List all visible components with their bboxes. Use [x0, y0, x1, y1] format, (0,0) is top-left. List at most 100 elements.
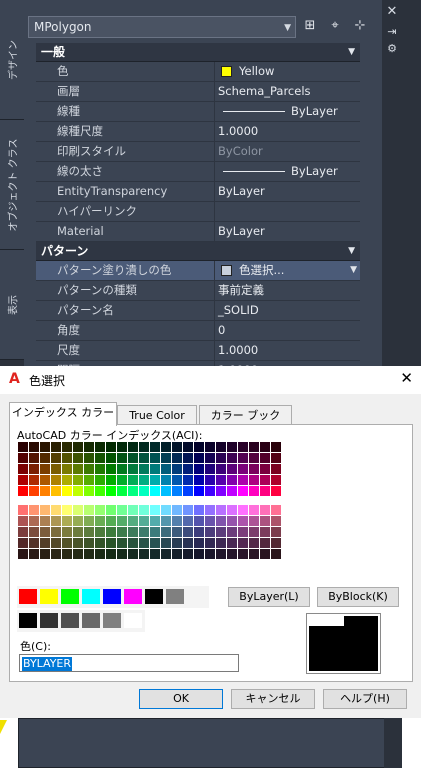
aci-swatch[interactable] [260, 475, 270, 485]
aci-swatch[interactable] [172, 549, 182, 559]
aci-swatch[interactable] [95, 453, 105, 463]
aci-swatch[interactable] [194, 516, 204, 526]
aci-swatch[interactable] [216, 464, 226, 474]
aci-swatch[interactable] [150, 486, 160, 496]
aci-swatch[interactable] [51, 453, 61, 463]
aci-swatch[interactable] [150, 442, 160, 452]
aci-swatch[interactable] [73, 475, 83, 485]
aci-swatch[interactable] [62, 442, 72, 452]
aci-swatch[interactable] [73, 549, 83, 559]
aci-swatch[interactable] [238, 453, 248, 463]
aci-swatch[interactable] [128, 442, 138, 452]
aci-swatch[interactable] [18, 442, 28, 452]
aci-swatch[interactable] [51, 475, 61, 485]
aci-swatch[interactable] [271, 442, 281, 452]
aci-swatch[interactable] [172, 516, 182, 526]
aci-swatch[interactable] [194, 486, 204, 496]
aci-swatch[interactable] [62, 453, 72, 463]
aci-swatch[interactable] [271, 486, 281, 496]
aci-swatch[interactable] [238, 527, 248, 537]
aci-swatch[interactable] [139, 516, 149, 526]
aci-swatch[interactable] [40, 549, 50, 559]
aci-swatch[interactable] [73, 527, 83, 537]
aci-swatch[interactable] [128, 464, 138, 474]
aci-swatch[interactable] [271, 464, 281, 474]
aci-swatch[interactable] [216, 505, 226, 515]
aci-swatch[interactable] [95, 527, 105, 537]
prop-row-hyperlink[interactable]: ハイパーリンク [36, 202, 360, 222]
aci-swatch[interactable] [227, 516, 237, 526]
byblock-button[interactable]: ByBlock(K) [317, 587, 399, 607]
aci-swatch[interactable] [51, 505, 61, 515]
aci-swatch[interactable] [172, 464, 182, 474]
aci-swatch[interactable] [183, 516, 193, 526]
aci-swatch[interactable] [84, 538, 94, 548]
bylayer-button[interactable]: ByLayer(L) [228, 587, 310, 607]
aci-swatch[interactable] [18, 516, 28, 526]
aci-swatch[interactable] [40, 527, 50, 537]
aci-swatch[interactable] [62, 549, 72, 559]
aci-swatch[interactable] [62, 475, 72, 485]
aci-swatch[interactable] [73, 442, 83, 452]
aci-swatch[interactable] [117, 453, 127, 463]
aci-swatch[interactable] [260, 453, 270, 463]
aci-swatch[interactable] [18, 527, 28, 537]
aci-swatch[interactable] [106, 486, 116, 496]
aci-swatch[interactable] [29, 486, 39, 496]
aci-swatch[interactable] [194, 442, 204, 452]
prop-row-plot-style[interactable]: 印刷スタイル ByColor [36, 142, 360, 162]
aci-swatch[interactable] [95, 516, 105, 526]
aci-swatch[interactable] [150, 464, 160, 474]
aci-swatch[interactable] [84, 486, 94, 496]
aci-swatch[interactable] [194, 505, 204, 515]
aci-swatch[interactable] [106, 442, 116, 452]
aci-swatch[interactable] [40, 505, 50, 515]
aci-swatch[interactable] [172, 527, 182, 537]
aci-swatch[interactable] [84, 442, 94, 452]
aci-swatch[interactable] [18, 549, 28, 559]
aci-swatch[interactable] [260, 538, 270, 548]
aci-swatch[interactable] [29, 538, 39, 548]
aci-swatch[interactable] [29, 475, 39, 485]
aci-swatch[interactable] [271, 538, 281, 548]
aci-swatch[interactable] [249, 453, 259, 463]
standard-color-swatch[interactable] [40, 589, 58, 604]
prop-row-material[interactable]: Material ByLayer [36, 222, 360, 242]
aci-swatch[interactable] [227, 475, 237, 485]
aci-swatch[interactable] [29, 505, 39, 515]
section-general[interactable]: 一般 ▼ [36, 43, 360, 62]
tab-true-color[interactable]: True Color [117, 405, 197, 425]
aci-swatch[interactable] [205, 442, 215, 452]
aci-swatch[interactable] [18, 486, 28, 496]
aci-swatch[interactable] [95, 475, 105, 485]
aci-swatch[interactable] [238, 442, 248, 452]
aci-swatch[interactable] [139, 442, 149, 452]
aci-swatch[interactable] [161, 516, 171, 526]
aci-swatch[interactable] [128, 505, 138, 515]
aci-swatch[interactable] [227, 464, 237, 474]
object-type-select[interactable]: MPolygon ▼ [28, 16, 296, 38]
aci-swatch[interactable] [40, 486, 50, 496]
close-icon[interactable]: ✕ [385, 5, 399, 19]
aci-swatch[interactable] [183, 475, 193, 485]
aci-swatch[interactable] [227, 549, 237, 559]
aci-swatch[interactable] [117, 505, 127, 515]
aci-swatch[interactable] [249, 527, 259, 537]
standard-color-swatch[interactable] [124, 589, 142, 604]
aci-swatch[interactable] [51, 442, 61, 452]
aci-swatch[interactable] [271, 505, 281, 515]
aci-swatch[interactable] [194, 527, 204, 537]
aci-swatch[interactable] [18, 505, 28, 515]
aci-swatch[interactable] [150, 475, 160, 485]
prop-row-layer[interactable]: 画層 Schema_Parcels [36, 82, 360, 102]
aci-swatch[interactable] [139, 505, 149, 515]
aci-swatch[interactable] [172, 486, 182, 496]
aci-swatch[interactable] [205, 549, 215, 559]
aci-swatch[interactable] [249, 486, 259, 496]
aci-swatch[interactable] [40, 538, 50, 548]
aci-swatch[interactable] [172, 538, 182, 548]
prop-row-hatch-scale[interactable]: 尺度 1.0000 [36, 341, 360, 361]
aci-swatch[interactable] [40, 453, 50, 463]
aci-swatch[interactable] [150, 505, 160, 515]
prop-row-linetype-scale[interactable]: 線種尺度 1.0000 [36, 122, 360, 142]
